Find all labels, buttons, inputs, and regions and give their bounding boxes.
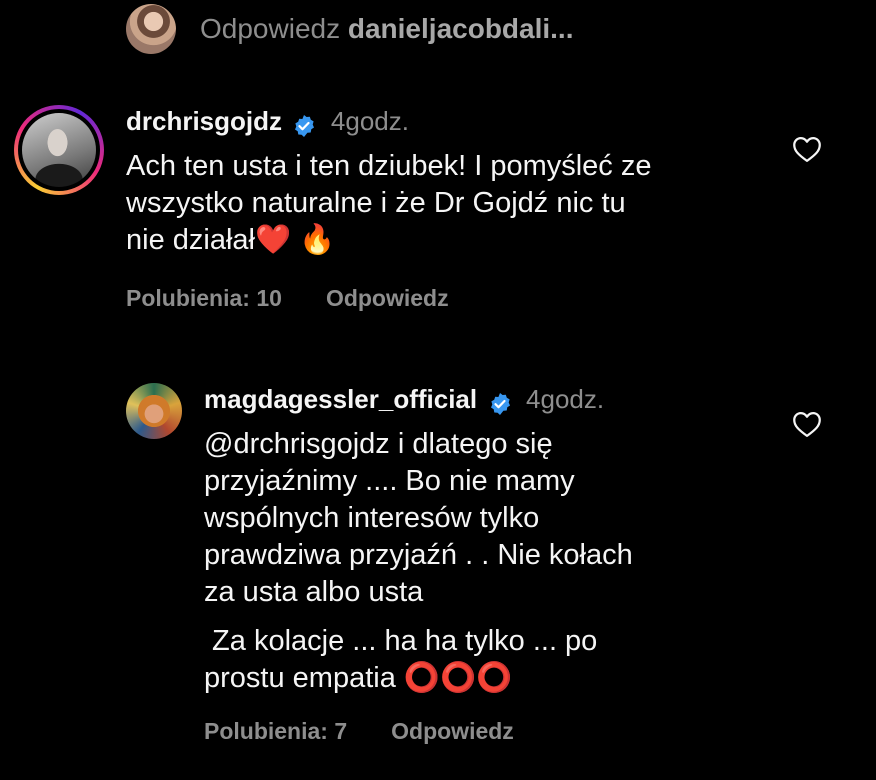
comment-2-avatar[interactable] — [126, 383, 182, 439]
comment-2-line: za usta albo usta — [204, 576, 424, 608]
comment-1-line: Ach ten usta i ten dziubek! I pomyśleć z… — [126, 150, 652, 182]
reply-prompt[interactable]: Odpowiedz danieljacobdali... — [200, 13, 574, 45]
comment-2-username[interactable]: magdagessler_official — [204, 384, 477, 414]
reply-prompt-label: Odpowiedz — [200, 13, 341, 44]
verified-badge-icon — [295, 114, 315, 137]
heart-outline-icon[interactable] — [792, 410, 822, 438]
comment-2-likes[interactable]: Polubienia: 7 — [204, 718, 347, 745]
comment-1-meta: Polubienia: 10 Odpowiedz — [126, 285, 449, 312]
comment-1-likes[interactable]: Polubienia: 10 — [126, 285, 282, 312]
comment-2-line: wspólnych interesów tylko — [204, 502, 540, 534]
comment-2-reply-button[interactable]: Odpowiedz — [391, 718, 514, 745]
comment-1-header: drchrisgojdz 4godz. — [126, 106, 409, 138]
comment-2-meta: Polubienia: 7 Odpowiedz — [204, 718, 514, 745]
comment-1-time: 4godz. — [330, 106, 409, 136]
verified-badge-icon — [490, 392, 510, 415]
comment-2-line: @drchrisgojdz i dlatego się — [204, 428, 553, 460]
comment-2-line: Za kolacje ... ha ha tylko ... po — [204, 625, 598, 657]
comment-1-line: nie działał❤️ 🔥 — [126, 224, 336, 256]
comment-2-header: magdagessler_official 4godz. — [204, 384, 604, 416]
comment-1-reply-button[interactable]: Odpowiedz — [326, 285, 449, 312]
comment-2-time: 4godz. — [526, 384, 605, 414]
comment-1-line: wszystko naturalne i że Dr Gojdź nic tu — [126, 187, 626, 219]
current-user-avatar — [126, 4, 176, 54]
reply-prompt-row[interactable]: Odpowiedz danieljacobdali... — [126, 4, 574, 54]
comment-2-line: przyjaźnimy .... Bo nie mamy — [204, 465, 575, 497]
comment-1-avatar[interactable] — [14, 105, 104, 195]
heart-outline-icon[interactable] — [792, 135, 822, 163]
reply-target-username: danieljacobdali... — [347, 13, 574, 44]
comment-2-line: prostu empatia ⭕⭕⭕ — [204, 662, 513, 694]
comment-2-line: prawdziwa przyjaźń . . Nie kołach — [204, 539, 633, 571]
comment-1-username[interactable]: drchrisgojdz — [126, 106, 282, 136]
comment-1-text: Ach ten usta i ten dziubek! I pomyśleć z… — [126, 148, 766, 259]
comment-2-text: @drchrisgojdz i dlatego się przyjaźnimy … — [204, 426, 764, 697]
